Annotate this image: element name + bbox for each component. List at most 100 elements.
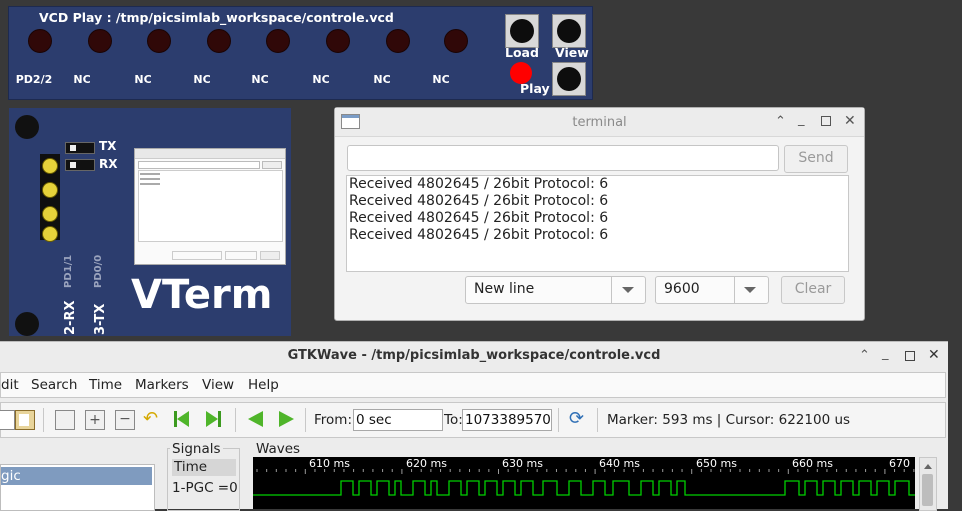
signal-pgc[interactable]: 1-PGC =0 bbox=[172, 480, 238, 496]
load-label: Load bbox=[505, 45, 539, 60]
arrow-right-icon[interactable] bbox=[277, 410, 295, 428]
gtkwave-window: GTKWave - /tmp/picsimlab_workspace/contr… bbox=[0, 341, 948, 511]
channel-led bbox=[88, 29, 112, 53]
channel-label: NC bbox=[73, 73, 91, 86]
pin bbox=[42, 206, 58, 222]
send-input[interactable] bbox=[347, 145, 779, 171]
arrow-left-icon[interactable] bbox=[247, 410, 265, 428]
vterm-panel: TX RX PD1/1 2-RX PD0/0 3-TX VTerm bbox=[9, 108, 291, 336]
terminal-window: terminal ⌃ _ ✕ Send Received 4802645 / 2… bbox=[334, 107, 865, 321]
channel-led bbox=[207, 29, 231, 53]
pin-rx-number: PD1/1 bbox=[63, 254, 74, 288]
to-input[interactable]: 1073389570 bbox=[462, 409, 552, 431]
tick-label: 660 ms bbox=[792, 457, 833, 470]
copy-icon[interactable] bbox=[0, 410, 15, 430]
mounting-hole bbox=[15, 312, 39, 336]
signal-time[interactable]: Time bbox=[172, 459, 236, 476]
paste-icon[interactable] bbox=[15, 410, 35, 430]
view-label: View bbox=[555, 45, 589, 60]
pin bbox=[42, 182, 58, 198]
pin-tx-number: PD0/0 bbox=[93, 254, 104, 288]
chevron-up-icon[interactable]: ⌃ bbox=[775, 114, 786, 129]
waves-label: Waves bbox=[254, 441, 303, 457]
chevron-up-icon[interactable]: ⌃ bbox=[859, 348, 870, 363]
channel-label: NC bbox=[432, 73, 450, 86]
pin bbox=[42, 158, 58, 174]
close-icon[interactable]: ✕ bbox=[844, 113, 856, 129]
menu-markers[interactable]: Markers bbox=[135, 377, 189, 393]
menu-view[interactable]: View bbox=[202, 377, 234, 393]
tx-led bbox=[65, 142, 95, 154]
scrollbar-thumb[interactable] bbox=[922, 474, 933, 506]
baud-value: 9600 bbox=[664, 281, 700, 297]
channel-label: NC bbox=[312, 73, 330, 86]
marker-status: Marker: 593 ms | Cursor: 622100 us bbox=[607, 412, 851, 428]
pin-tx-name: 3-TX bbox=[93, 303, 108, 335]
channel-led bbox=[28, 29, 52, 53]
view-button[interactable] bbox=[552, 14, 586, 48]
chevron-down-icon bbox=[744, 287, 756, 293]
refresh-icon[interactable]: ⟳ bbox=[569, 410, 587, 428]
last-icon[interactable] bbox=[205, 410, 223, 428]
signals-label: Signals bbox=[170, 441, 223, 457]
pin-rx-name: 2-RX bbox=[63, 300, 78, 335]
play-button[interactable] bbox=[552, 62, 586, 96]
chevron-down-icon bbox=[622, 287, 634, 293]
tick-label: 610 ms bbox=[309, 457, 350, 470]
tick-label: 650 ms bbox=[696, 457, 737, 470]
output-line: Received 4802645 / 26bit Protocol: 6 bbox=[349, 227, 609, 243]
mounting-hole bbox=[15, 115, 39, 139]
undo-icon[interactable]: ↶ bbox=[143, 410, 161, 428]
channel-led bbox=[326, 29, 350, 53]
maximize-icon[interactable] bbox=[821, 116, 831, 126]
to-label: To: bbox=[444, 412, 463, 428]
menu-help[interactable]: Help bbox=[248, 377, 279, 393]
channel-led bbox=[266, 29, 290, 53]
output-line: Received 4802645 / 26bit Protocol: 6 bbox=[349, 176, 609, 192]
line-ending-select[interactable]: New line bbox=[465, 276, 646, 304]
chevron-up-icon[interactable] bbox=[924, 464, 932, 469]
from-label: From: bbox=[314, 412, 352, 428]
close-icon[interactable]: ✕ bbox=[928, 347, 940, 363]
sst-tree[interactable]: gic bbox=[0, 464, 155, 511]
pin-header bbox=[40, 154, 60, 242]
zoom-in-icon[interactable]: + bbox=[85, 410, 105, 430]
first-icon[interactable] bbox=[173, 410, 191, 428]
zoom-fit-icon[interactable] bbox=[55, 410, 75, 430]
channel-label: NC bbox=[134, 73, 152, 86]
baud-select[interactable]: 9600 bbox=[655, 276, 769, 304]
rx-led bbox=[65, 159, 95, 171]
menu-time[interactable]: Time bbox=[89, 377, 122, 393]
gtkwave-title: GTKWave - /tmp/picsimlab_workspace/contr… bbox=[287, 348, 661, 363]
tick-label: 620 ms bbox=[406, 457, 447, 470]
vertical-scrollbar[interactable] bbox=[919, 457, 937, 511]
toolbar: + − ↶ From: 0 sec To: 1073389570 ⟳ Marke… bbox=[0, 402, 946, 438]
output-line: Received 4802645 / 26bit Protocol: 6 bbox=[349, 210, 609, 226]
pin bbox=[42, 226, 58, 242]
terminal-titlebar: terminal ⌃ _ ✕ bbox=[335, 108, 864, 137]
tick-label: 640 ms bbox=[599, 457, 640, 470]
clear-button[interactable]: Clear bbox=[781, 276, 845, 304]
menu-edit[interactable]: dit bbox=[1, 377, 19, 393]
maximize-icon[interactable] bbox=[905, 351, 915, 361]
tree-item[interactable]: gic bbox=[1, 467, 152, 485]
terminal-output[interactable]: Received 4802645 / 26bit Protocol: 6 Rec… bbox=[346, 175, 849, 272]
tx-label: TX bbox=[99, 139, 117, 153]
zoom-out-icon[interactable]: − bbox=[115, 410, 135, 430]
waves-canvas[interactable]: 610 ms 620 ms 630 ms 640 ms 650 ms 660 m… bbox=[253, 457, 915, 509]
minimize-icon[interactable]: _ bbox=[798, 112, 805, 127]
vcd-title: VCD Play : /tmp/picsimlab_workspace/cont… bbox=[39, 10, 394, 25]
rx-label: RX bbox=[99, 157, 118, 171]
channel-led bbox=[386, 29, 410, 53]
send-button[interactable]: Send bbox=[784, 145, 848, 173]
channel-label: NC bbox=[193, 73, 211, 86]
terminal-thumbnail bbox=[134, 148, 286, 265]
menu-search[interactable]: Search bbox=[31, 377, 77, 393]
load-button[interactable] bbox=[505, 14, 539, 48]
channel-led bbox=[444, 29, 468, 53]
vterm-brand: VTerm bbox=[131, 272, 273, 318]
minimize-icon[interactable]: _ bbox=[882, 346, 889, 361]
menubar: dit Search Time Markers View Help bbox=[0, 372, 946, 398]
tick-label: 670 bbox=[889, 457, 910, 470]
from-input[interactable]: 0 sec bbox=[353, 409, 443, 431]
